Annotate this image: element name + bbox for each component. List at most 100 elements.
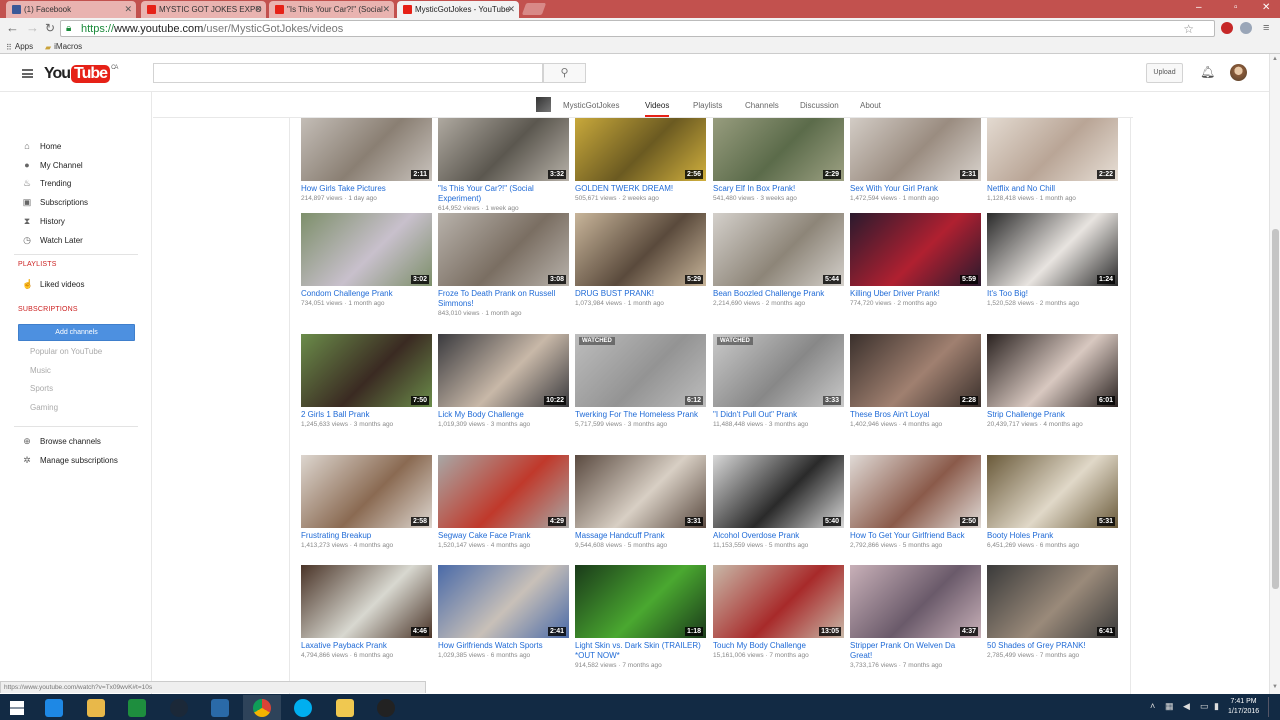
guide-menu-icon[interactable] bbox=[22, 69, 33, 78]
video-title-link[interactable]: Twerking For The Homeless Prank bbox=[575, 410, 707, 420]
video-title-link[interactable]: Laxative Payback Prank bbox=[301, 641, 433, 651]
video-thumbnail[interactable]: 2:58 bbox=[301, 455, 432, 528]
back-icon[interactable]: ← bbox=[6, 21, 19, 35]
avatar[interactable] bbox=[1230, 64, 1247, 81]
close-window-button[interactable]: ✕ bbox=[1262, 2, 1270, 13]
video-thumbnail[interactable]: 2:29 bbox=[713, 118, 844, 181]
menu-icon[interactable]: ≡ bbox=[1263, 21, 1269, 35]
channel-avatar[interactable] bbox=[536, 97, 551, 112]
video-card[interactable]: 6:41 50 Shades of Grey PRANK! 2,785,499 vi… bbox=[987, 565, 1119, 659]
video-card[interactable]: 3:08 Froze To Death Prank on Russell Simm… bbox=[438, 213, 570, 317]
globe-icon[interactable] bbox=[1240, 22, 1252, 34]
close-tab-icon[interactable]: ✕ bbox=[382, 4, 390, 15]
tray-chevron-icon[interactable]: ˄ bbox=[1150, 701, 1155, 711]
video-title-link[interactable]: Bean Boozled Challenge Prank bbox=[713, 289, 845, 299]
video-thumbnail[interactable]: 1:18 bbox=[575, 565, 706, 638]
video-title-link[interactable]: Alcohol Overdose Prank bbox=[713, 531, 845, 541]
video-thumbnail[interactable]: 6:41 bbox=[987, 565, 1118, 638]
reload-icon[interactable]: ↻ bbox=[45, 21, 55, 35]
taskbar-app[interactable] bbox=[118, 695, 156, 720]
video-title-link[interactable]: 2 Girls 1 Ball Prank bbox=[301, 410, 433, 420]
bookmark-star-icon[interactable]: ☆ bbox=[1183, 22, 1194, 36]
close-tab-icon[interactable]: ✕ bbox=[124, 4, 132, 15]
video-thumbnail[interactable]: 5:31 bbox=[987, 455, 1118, 528]
video-thumbnail[interactable]: 2:31 bbox=[850, 118, 981, 181]
video-card[interactable]: 3:31 Massage Handcuff Prank 9,544,608 view… bbox=[575, 455, 707, 549]
browser-tab[interactable]: "Is This Your Car?!" (Social ✕ bbox=[269, 1, 394, 18]
video-card[interactable]: 6:01 Strip Challenge Prank 20,439,717 view… bbox=[987, 334, 1119, 428]
video-card[interactable]: 5:29 DRUG BUST PRANK! 1,073,984 views · 1 … bbox=[575, 213, 707, 307]
minimize-button[interactable]: – bbox=[1196, 2, 1202, 13]
video-title-link[interactable]: 50 Shades of Grey PRANK! bbox=[987, 641, 1119, 651]
video-title-link[interactable]: Stripper Prank On Welven Da Great! bbox=[850, 641, 982, 661]
start-button[interactable] bbox=[0, 695, 34, 720]
battery-icon[interactable]: ▮ bbox=[1214, 701, 1219, 712]
video-title-link[interactable]: Massage Handcuff Prank bbox=[575, 531, 707, 541]
video-card[interactable]: 5:40 Alcohol Overdose Prank 11,153,559 vie… bbox=[713, 455, 845, 549]
video-title-link[interactable]: Killing Uber Driver Prank! bbox=[850, 289, 982, 299]
search-button[interactable]: ⚲ bbox=[543, 63, 586, 83]
video-card[interactable]: 5:59 Killing Uber Driver Prank! 774,720 vi… bbox=[850, 213, 982, 307]
video-title-link[interactable]: Lick My Body Challenge bbox=[438, 410, 570, 420]
video-title-link[interactable]: DRUG BUST PRANK! bbox=[575, 289, 707, 299]
video-thumbnail[interactable]: 2:56 bbox=[575, 118, 706, 181]
scroll-down-icon[interactable]: ▼ bbox=[1272, 684, 1278, 690]
channel-tab[interactable]: Videos bbox=[645, 101, 670, 117]
video-thumbnail[interactable]: 5:44 bbox=[713, 213, 844, 286]
video-title-link[interactable]: "Is This Your Car?!" (Social Experiment) bbox=[438, 184, 570, 204]
video-thumbnail[interactable]: 2:28 bbox=[850, 334, 981, 407]
video-thumbnail[interactable]: WATCHED 3:33 bbox=[713, 334, 844, 407]
video-card[interactable]: 4:29 Segway Cake Face Prank 1,520,147 view… bbox=[438, 455, 570, 549]
clock[interactable]: 7:41 PM 1/17/2016 bbox=[1228, 697, 1259, 717]
video-card[interactable]: 2:29 Scary Elf In Box Prank! 541,480 views… bbox=[713, 118, 845, 202]
close-tab-icon[interactable]: ✕ bbox=[507, 4, 515, 15]
video-card[interactable]: 5:31 Booty Holes Prank 6,451,269 views · 6… bbox=[987, 455, 1119, 549]
video-card[interactable]: 2:56 GOLDEN TWERK DREAM! 505,671 views · 2… bbox=[575, 118, 707, 202]
video-title-link[interactable]: Strip Challenge Prank bbox=[987, 410, 1119, 420]
subscription-item[interactable]: Popular on YouTube bbox=[30, 347, 102, 356]
browser-tab[interactable]: (1) Facebook ✕ bbox=[6, 1, 136, 18]
scroll-up-icon[interactable]: ▲ bbox=[1272, 56, 1278, 62]
video-title-link[interactable]: Netflix and No Chill bbox=[987, 184, 1119, 194]
video-card[interactable]: 4:46 Laxative Payback Prank 4,794,866 view… bbox=[301, 565, 433, 659]
channel-tab[interactable]: Discussion bbox=[800, 101, 839, 110]
video-thumbnail[interactable]: 5:29 bbox=[575, 213, 706, 286]
channel-tab[interactable]: About bbox=[860, 101, 881, 110]
channel-tab[interactable]: Playlists bbox=[693, 101, 722, 110]
upload-button[interactable]: Upload bbox=[1146, 63, 1183, 83]
video-title-link[interactable]: Segway Cake Face Prank bbox=[438, 531, 570, 541]
new-tab-button[interactable] bbox=[521, 3, 547, 15]
sidebar-item[interactable]: ✲ Manage subscriptions bbox=[22, 455, 118, 466]
video-card[interactable]: 13:05 Touch My Body Challenge 15,161,006 v… bbox=[713, 565, 845, 659]
video-thumbnail[interactable]: WATCHED 6:12 bbox=[575, 334, 706, 407]
bookmark-apps[interactable]: ⠿ Apps bbox=[6, 42, 33, 52]
video-thumbnail[interactable]: 3:32 bbox=[438, 118, 569, 181]
video-title-link[interactable]: How Girlfriends Watch Sports bbox=[438, 641, 570, 651]
browser-tab[interactable]: MysticGotJokes - YouTube ✕ bbox=[397, 1, 519, 18]
browser-tab[interactable]: MYSTIC GOT JOKES EXPO ✕ bbox=[141, 1, 266, 18]
keyboard-icon[interactable]: ▭ bbox=[1200, 701, 1209, 712]
video-card[interactable]: 3:32 "Is This Your Car?!" (Social Experim… bbox=[438, 118, 570, 212]
taskbar-app[interactable] bbox=[160, 695, 198, 720]
close-tab-icon[interactable]: ✕ bbox=[254, 4, 262, 15]
video-title-link[interactable]: Touch My Body Challenge bbox=[713, 641, 845, 651]
video-card[interactable]: 2:28 These Bros Ain't Loyal 1,402,946 view… bbox=[850, 334, 982, 428]
volume-icon[interactable]: ◀ bbox=[1183, 701, 1190, 712]
video-card[interactable]: 2:50 How To Get Your Girlfriend Back 2,792… bbox=[850, 455, 982, 549]
taskbar-app[interactable] bbox=[367, 695, 405, 720]
sidebar-item-liked-videos[interactable]: ☝ Liked videos bbox=[22, 279, 84, 290]
taskbar-app[interactable] bbox=[35, 695, 73, 720]
page-scrollbar[interactable]: ▲ ▼ bbox=[1269, 54, 1280, 694]
video-title-link[interactable]: Scary Elf In Box Prank! bbox=[713, 184, 845, 194]
video-title-link[interactable]: How Girls Take Pictures bbox=[301, 184, 433, 194]
sidebar-item[interactable]: ⌂ Home bbox=[22, 141, 61, 151]
video-title-link[interactable]: "I Didn't Pull Out" Prank bbox=[713, 410, 845, 420]
video-title-link[interactable]: It's Too Big! bbox=[987, 289, 1119, 299]
video-title-link[interactable]: Light Skin vs. Dark Skin (TRAILER) *OUT … bbox=[575, 641, 707, 661]
video-title-link[interactable]: How To Get Your Girlfriend Back bbox=[850, 531, 982, 541]
sidebar-item[interactable]: ◷ Watch Later bbox=[22, 235, 83, 246]
video-thumbnail[interactable]: 10:22 bbox=[438, 334, 569, 407]
video-title-link[interactable]: Booty Holes Prank bbox=[987, 531, 1119, 541]
search-input[interactable] bbox=[153, 63, 543, 83]
video-title-link[interactable]: Sex With Your Girl Prank bbox=[850, 184, 982, 194]
